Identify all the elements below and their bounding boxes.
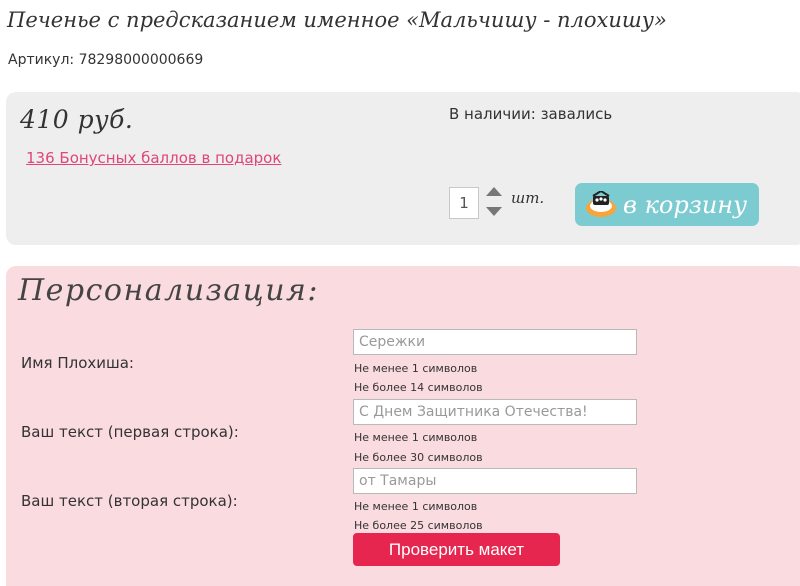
bonus-points-link[interactable]: 136 Бонусных баллов в подарок bbox=[26, 149, 281, 167]
text-line2-max-hint: Не более 25 символов bbox=[354, 519, 483, 532]
decrement-arrow-icon[interactable] bbox=[486, 207, 502, 216]
price: 410 руб. bbox=[20, 105, 134, 134]
check-layout-button[interactable]: Проверить макет bbox=[353, 533, 560, 566]
name-field-input[interactable]: Сережки bbox=[353, 329, 637, 355]
purchase-panel: 410 руб. 136 Бонусных баллов в подарок В… bbox=[6, 92, 800, 245]
add-to-cart-label: в корзину bbox=[623, 190, 748, 219]
text-line2-min-hint: Не менее 1 символов bbox=[354, 500, 478, 513]
text-line1-label: Ваш текст (первая строка): bbox=[21, 423, 239, 441]
text-line2-input[interactable]: от Тамары bbox=[353, 468, 637, 494]
quantity-stepper[interactable] bbox=[484, 185, 504, 219]
name-field-max-hint: Не более 14 символов bbox=[354, 381, 483, 394]
cookie-basket-icon bbox=[584, 189, 618, 219]
personalization-panel: Персонализация: Имя Плохиша: Сережки Не … bbox=[6, 266, 800, 586]
quantity-input[interactable]: 1 bbox=[449, 187, 479, 219]
add-to-cart-button[interactable]: в корзину bbox=[575, 183, 759, 226]
text-line2-label: Ваш текст (вторая строка): bbox=[21, 492, 238, 510]
product-title: Печенье с предсказанием именное «Мальчиш… bbox=[7, 8, 667, 32]
text-line1-input[interactable]: С Днем Защитника Отечества! bbox=[353, 399, 637, 425]
text-line1-min-hint: Не менее 1 символов bbox=[354, 431, 478, 444]
increment-arrow-icon[interactable] bbox=[486, 187, 502, 196]
text-line1-max-hint: Не более 30 символов bbox=[354, 451, 483, 464]
personalization-heading: Персонализация: bbox=[18, 273, 320, 308]
name-field-min-hint: Не менее 1 символов bbox=[354, 362, 478, 375]
quantity-unit: шт. bbox=[511, 189, 545, 207]
name-field-label: Имя Плохиша: bbox=[21, 354, 134, 372]
stock-status: В наличии: завались bbox=[449, 105, 613, 123]
product-sku: Артикул: 78298000000669 bbox=[8, 52, 204, 68]
